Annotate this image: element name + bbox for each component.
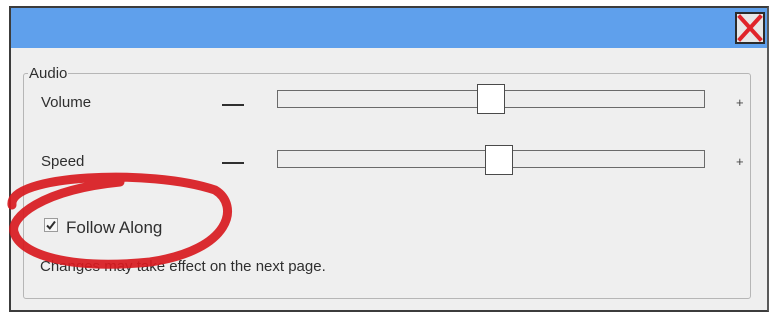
close-button[interactable] — [735, 12, 765, 44]
speed-decrease-icon[interactable] — [222, 162, 244, 164]
title-bar — [11, 8, 767, 48]
speed-slider-thumb[interactable] — [485, 145, 513, 175]
audio-group-label: Audio — [29, 65, 68, 82]
volume-increase-icon[interactable]: + — [736, 95, 744, 110]
speed-label: Speed — [41, 153, 85, 170]
speed-increase-icon[interactable]: + — [736, 154, 744, 169]
close-x-icon — [737, 14, 763, 42]
follow-along-checkbox[interactable] — [44, 218, 58, 232]
volume-label: Volume — [41, 94, 92, 111]
volume-decrease-icon[interactable] — [222, 104, 244, 106]
volume-slider-thumb[interactable] — [477, 84, 505, 114]
follow-along-label[interactable]: Follow Along — [66, 218, 162, 238]
settings-note: Changes may take effect on the next page… — [40, 258, 326, 275]
checkmark-icon — [46, 220, 56, 230]
